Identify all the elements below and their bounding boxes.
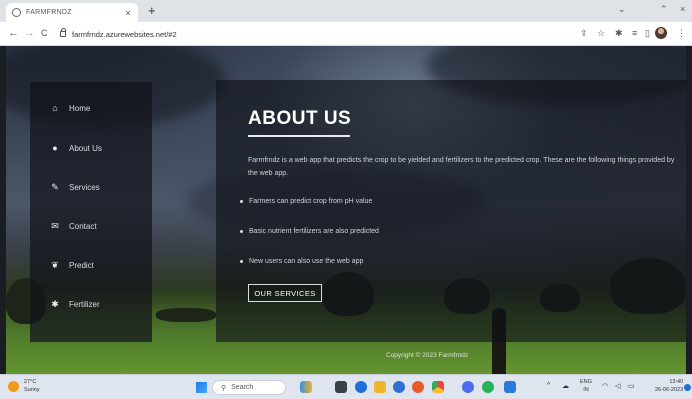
user-icon: ● bbox=[52, 143, 58, 153]
notification-badge-icon[interactable] bbox=[684, 384, 691, 391]
sidebar-item-home[interactable]: ⌂ Home bbox=[48, 100, 90, 116]
share-icon[interactable]: ⇪ bbox=[580, 28, 588, 39]
language-code: ENG bbox=[580, 379, 592, 385]
browser-menu-icon[interactable]: ⋮ bbox=[677, 28, 686, 39]
weather-widget[interactable]: 27°C Sunny bbox=[24, 378, 40, 394]
search-icon: ⚲ bbox=[221, 384, 227, 392]
onedrive-icon[interactable]: ☁ bbox=[562, 382, 569, 390]
store-app-icon[interactable] bbox=[504, 381, 516, 393]
browser-tab[interactable]: FARMFRNDZ × bbox=[6, 3, 138, 22]
sidebar-item-label: Fertilizer bbox=[69, 299, 100, 309]
profile-avatar[interactable] bbox=[655, 27, 667, 39]
start-button-icon[interactable] bbox=[196, 382, 207, 393]
bullet-dot-icon bbox=[240, 259, 243, 263]
vscode-app-icon[interactable] bbox=[462, 381, 474, 393]
sidebar-item-label: Predict bbox=[69, 260, 94, 270]
url-text: farmfrndz.azurewebsites.net/#2 bbox=[72, 29, 177, 39]
back-button[interactable]: ← bbox=[8, 27, 19, 39]
feature-text: Basic nutrient fertilizers are also pred… bbox=[249, 228, 379, 235]
bookmark-star-icon[interactable]: ☆ bbox=[597, 28, 605, 39]
reload-button[interactable]: C bbox=[41, 27, 48, 39]
extensions-icon[interactable]: ✱ bbox=[615, 28, 623, 39]
system-clock[interactable]: 13:40 26-06-2023 bbox=[655, 378, 683, 394]
office-app-icon[interactable] bbox=[412, 381, 424, 393]
title-underline bbox=[248, 135, 350, 137]
language-indicator[interactable]: ENG IN bbox=[580, 378, 592, 394]
edge-browser-icon[interactable] bbox=[393, 381, 405, 393]
sidebar-item-predict[interactable]: ❦ Predict bbox=[48, 257, 94, 273]
weather-temp: 27°C bbox=[24, 379, 37, 385]
file-explorer-icon[interactable] bbox=[374, 381, 386, 393]
bullet-dot-icon bbox=[240, 199, 243, 203]
sidebar-item-label: Home bbox=[69, 103, 91, 113]
url-field[interactable]: farmfrndz.azurewebsites.net/#2 bbox=[56, 26, 576, 42]
sidebar-item-label: Services bbox=[69, 182, 100, 192]
side-panel-icon[interactable]: ▯ bbox=[645, 28, 650, 39]
battery-icon[interactable]: ▭ bbox=[628, 382, 635, 390]
feature-list-item: Farmers can predict crop from pH value bbox=[240, 198, 372, 205]
tab-close-icon[interactable]: × bbox=[122, 8, 134, 18]
feature-list-item: Basic nutrient fertilizers are also pred… bbox=[240, 228, 379, 235]
sidebar-item-about-us[interactable]: ● About Us bbox=[48, 140, 102, 156]
spotify-app-icon[interactable] bbox=[482, 381, 494, 393]
forward-button[interactable]: → bbox=[24, 27, 35, 39]
our-services-button[interactable]: OUR SERVICES bbox=[248, 284, 322, 302]
sidebar-item-services[interactable]: ✎ Services bbox=[48, 179, 100, 195]
clock-date: 26-06-2023 bbox=[655, 387, 684, 393]
tab-search-icon[interactable]: ⌄ bbox=[618, 4, 626, 15]
feature-list-item: New users can also use the web app bbox=[240, 258, 363, 265]
leaf-icon: ❦ bbox=[51, 259, 59, 270]
sun-icon[interactable] bbox=[8, 381, 19, 392]
browser-address-bar: ← → C farmfrndz.azurewebsites.net/#2 ⇪ ☆… bbox=[0, 22, 692, 46]
os-taskbar: 27°C Sunny ⚲ Search ^ ☁ ENG IN ◠ ◁ ▭ 13:… bbox=[0, 374, 692, 399]
region-code: IN bbox=[583, 387, 589, 393]
browser-tab-bar: FARMFRNDZ × + ⌄ ⌃ × bbox=[0, 0, 692, 22]
sidebar-item-fertilizer[interactable]: ✱ Fertilizer bbox=[48, 296, 100, 312]
sidebar-nav: ⌂ Home ● About Us ✎ Services ✉ Contact ❦… bbox=[30, 82, 152, 342]
chat-app-icon[interactable] bbox=[355, 381, 367, 393]
lock-icon bbox=[60, 28, 66, 37]
about-us-section: ABOUT US Farmfrndz is a web app that pre… bbox=[216, 80, 686, 342]
wifi-icon[interactable]: ◠ bbox=[602, 382, 608, 390]
about-intro-text: Farmfrndz is a web app that predicts the… bbox=[248, 157, 675, 177]
tray-chevron-icon[interactable]: ^ bbox=[547, 382, 550, 389]
home-icon: ⌂ bbox=[52, 103, 58, 113]
search-placeholder: Search bbox=[231, 384, 254, 391]
bullet-dot-icon bbox=[240, 229, 243, 233]
sidebar-item-contact[interactable]: ✉ Contact bbox=[48, 218, 97, 234]
sparkle-icon: ✱ bbox=[51, 298, 59, 309]
sidebar-item-label: About Us bbox=[69, 143, 102, 153]
taskbar-search[interactable]: ⚲ Search bbox=[212, 380, 286, 395]
new-tab-button[interactable]: + bbox=[148, 3, 156, 19]
task-view-icon[interactable] bbox=[335, 381, 347, 393]
page-title: ABOUT US bbox=[248, 108, 352, 129]
clock-time: 13:40 bbox=[669, 379, 684, 385]
chrome-browser-icon[interactable] bbox=[432, 381, 444, 393]
copyright-text: Copyright © 2023 Farmfrndz bbox=[386, 352, 469, 359]
volume-icon[interactable]: ◁ bbox=[615, 382, 620, 390]
window-restore-icon[interactable]: ⌃ bbox=[660, 4, 668, 15]
weather-desc: Sunny bbox=[24, 387, 40, 393]
feature-text: New users can also use the web app bbox=[249, 258, 364, 265]
page-viewport: ⌂ Home ● About Us ✎ Services ✉ Contact ❦… bbox=[6, 46, 686, 374]
feature-text: Farmers can predict crop from pH value bbox=[249, 198, 373, 205]
tab-title: FARMFRNDZ bbox=[26, 9, 72, 16]
pencil-icon: ✎ bbox=[51, 181, 59, 192]
sidebar-item-label: Contact bbox=[69, 221, 97, 231]
reading-list-icon[interactable]: ≡ bbox=[632, 28, 637, 39]
background-treeline bbox=[156, 308, 216, 322]
window-close-icon[interactable]: × bbox=[680, 4, 685, 14]
widgets-app-icon[interactable] bbox=[300, 381, 312, 393]
mail-icon: ✉ bbox=[51, 220, 59, 231]
site-favicon-icon bbox=[12, 8, 21, 17]
